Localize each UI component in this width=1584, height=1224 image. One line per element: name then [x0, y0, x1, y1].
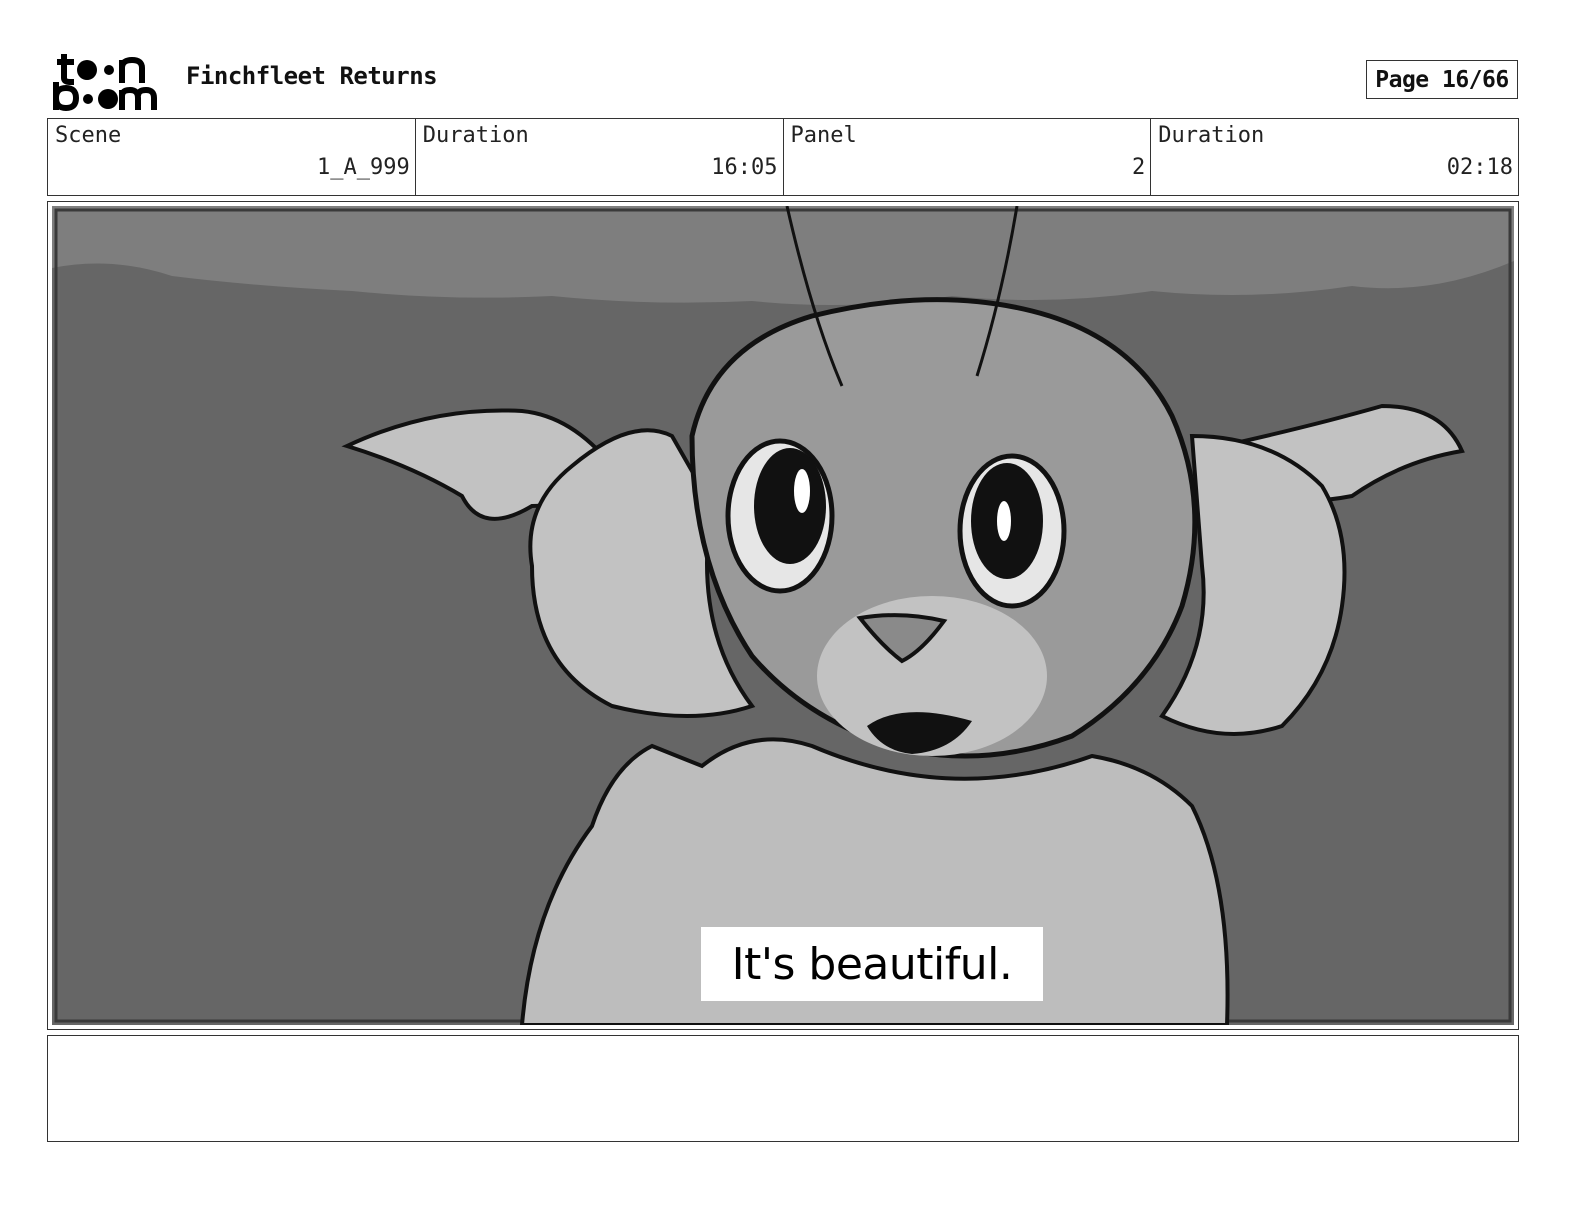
- scene-value: 1_A_999: [317, 155, 410, 180]
- scene-duration-value: 16:05: [711, 155, 778, 180]
- dialogue-caption: It's beautiful.: [701, 927, 1043, 1001]
- scene-label: Scene: [55, 123, 122, 148]
- toon-boom-logo: [53, 54, 157, 112]
- panel-value: 2: [1132, 155, 1146, 180]
- scene-info-table: Scene 1_A_999 Duration 16:05 Panel 2 Dur…: [47, 118, 1519, 196]
- scene-cell: Scene 1_A_999: [48, 119, 416, 195]
- panel-duration-value: 02:18: [1446, 155, 1513, 180]
- page-number: Page 16/66: [1366, 60, 1518, 99]
- scene-duration-cell: Duration 16:05: [416, 119, 784, 195]
- panel-duration-label: Duration: [1158, 123, 1265, 148]
- cat-character-sketch-icon: [52, 206, 1514, 1025]
- scene-duration-label: Duration: [422, 123, 529, 148]
- panel-notes-box: [47, 1035, 1519, 1142]
- panel-cell: Panel 2: [784, 119, 1152, 195]
- panel-label: Panel: [790, 123, 857, 148]
- project-title: Finchfleet Returns: [186, 62, 438, 90]
- panel-duration-cell: Duration 02:18: [1151, 119, 1518, 195]
